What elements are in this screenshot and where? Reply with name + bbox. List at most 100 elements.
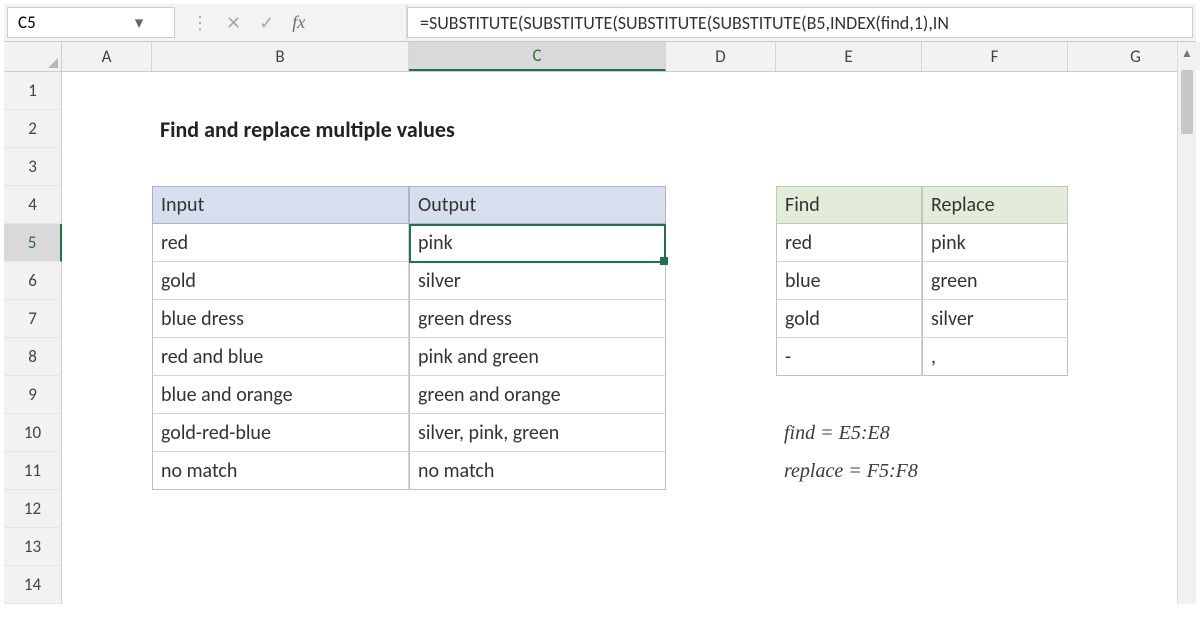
cancel-icon[interactable]: ✕: [226, 12, 241, 34]
cell[interactable]: [922, 566, 1068, 604]
cell[interactable]: [666, 72, 776, 110]
col-header-B[interactable]: B: [152, 42, 409, 71]
cell[interactable]: [62, 490, 152, 528]
cell[interactable]: [922, 528, 1068, 566]
cell[interactable]: pink: [409, 224, 666, 262]
col-header-A[interactable]: A: [62, 42, 152, 71]
cell[interactable]: [666, 224, 776, 262]
cell[interactable]: silver, pink, green: [409, 414, 666, 452]
name-box[interactable]: ▾: [7, 7, 175, 38]
name-box-input[interactable]: [12, 8, 128, 37]
cell[interactable]: [62, 262, 152, 300]
col-header-F[interactable]: F: [922, 42, 1068, 71]
cell[interactable]: blue: [776, 262, 922, 300]
cell[interactable]: [776, 376, 922, 414]
scroll-up-icon[interactable]: ▲: [1181, 46, 1193, 60]
cell[interactable]: [62, 376, 152, 414]
table2-header-replace[interactable]: Replace: [922, 186, 1068, 224]
cell[interactable]: [62, 110, 152, 148]
cell[interactable]: [922, 490, 1068, 528]
cell[interactable]: green: [922, 262, 1068, 300]
cell[interactable]: [409, 566, 666, 604]
cell[interactable]: [62, 528, 152, 566]
cell[interactable]: gold-red-blue: [152, 414, 409, 452]
table2-header-find[interactable]: Find: [776, 186, 922, 224]
col-header-E[interactable]: E: [776, 42, 922, 71]
cell[interactable]: [666, 414, 776, 452]
cell[interactable]: [666, 528, 776, 566]
row-header[interactable]: 8: [4, 338, 62, 376]
cell[interactable]: [62, 148, 152, 186]
cell[interactable]: red: [152, 224, 409, 262]
cell[interactable]: [666, 148, 776, 186]
cell[interactable]: green dress: [409, 300, 666, 338]
cell[interactable]: green and orange: [409, 376, 666, 414]
row-header[interactable]: 12: [4, 490, 62, 528]
cell[interactable]: [666, 300, 776, 338]
cell[interactable]: [152, 490, 409, 528]
chevron-down-icon[interactable]: ▾: [128, 12, 150, 33]
cell[interactable]: [62, 566, 152, 604]
cell[interactable]: [62, 72, 152, 110]
cell[interactable]: [922, 72, 1068, 110]
cell[interactable]: no match: [409, 452, 666, 490]
cell[interactable]: no match: [152, 452, 409, 490]
row-header[interactable]: 11: [4, 452, 62, 490]
cell[interactable]: [776, 72, 922, 110]
cell[interactable]: [62, 414, 152, 452]
cell[interactable]: [62, 300, 152, 338]
enter-icon[interactable]: ✓: [259, 12, 274, 34]
row-header[interactable]: 13: [4, 528, 62, 566]
cell[interactable]: [666, 110, 776, 148]
cell[interactable]: [409, 148, 666, 186]
table1-header-output[interactable]: Output: [409, 186, 666, 224]
row-header[interactable]: 1: [4, 72, 62, 110]
cell[interactable]: blue and orange: [152, 376, 409, 414]
cell[interactable]: silver: [409, 262, 666, 300]
row-header[interactable]: 7: [4, 300, 62, 338]
cell[interactable]: [666, 452, 776, 490]
cell[interactable]: pink and green: [409, 338, 666, 376]
cell[interactable]: silver: [922, 300, 1068, 338]
cell[interactable]: gold: [152, 262, 409, 300]
cell[interactable]: [666, 262, 776, 300]
cell[interactable]: red: [776, 224, 922, 262]
cell[interactable]: [922, 376, 1068, 414]
cell[interactable]: [152, 528, 409, 566]
cell[interactable]: [409, 528, 666, 566]
cell[interactable]: [666, 338, 776, 376]
cell[interactable]: [666, 376, 776, 414]
cell[interactable]: [152, 148, 409, 186]
cell[interactable]: [666, 490, 776, 528]
cell[interactable]: [62, 452, 152, 490]
cell[interactable]: [922, 110, 1068, 148]
cell[interactable]: [776, 148, 922, 186]
row-header[interactable]: 3: [4, 148, 62, 186]
cell[interactable]: [62, 338, 152, 376]
cell[interactable]: [776, 490, 922, 528]
table1-header-input[interactable]: Input: [152, 186, 409, 224]
cell[interactable]: red and blue: [152, 338, 409, 376]
cell[interactable]: [152, 72, 409, 110]
cell[interactable]: [409, 490, 666, 528]
fx-icon[interactable]: fx: [292, 12, 305, 33]
col-header-C[interactable]: C: [409, 42, 666, 71]
cell[interactable]: gold: [776, 300, 922, 338]
row-header[interactable]: 9: [4, 376, 62, 414]
row-header[interactable]: 5: [4, 224, 62, 262]
row-header[interactable]: 4: [4, 186, 62, 224]
cell[interactable]: [666, 566, 776, 604]
row-header[interactable]: 6: [4, 262, 62, 300]
row-header[interactable]: 2: [4, 110, 62, 148]
cell[interactable]: pink: [922, 224, 1068, 262]
cell[interactable]: [922, 148, 1068, 186]
select-all-corner[interactable]: [4, 42, 62, 71]
cell[interactable]: [409, 72, 666, 110]
scroll-thumb[interactable]: [1181, 70, 1193, 134]
col-header-D[interactable]: D: [666, 42, 776, 71]
cell[interactable]: -: [776, 338, 922, 376]
vertical-scrollbar[interactable]: ▲: [1177, 42, 1196, 604]
cell[interactable]: [776, 528, 922, 566]
row-header[interactable]: 14: [4, 566, 62, 604]
formula-input[interactable]: =SUBSTITUTE(SUBSTITUTE(SUBSTITUTE(SUBSTI…: [407, 7, 1193, 38]
